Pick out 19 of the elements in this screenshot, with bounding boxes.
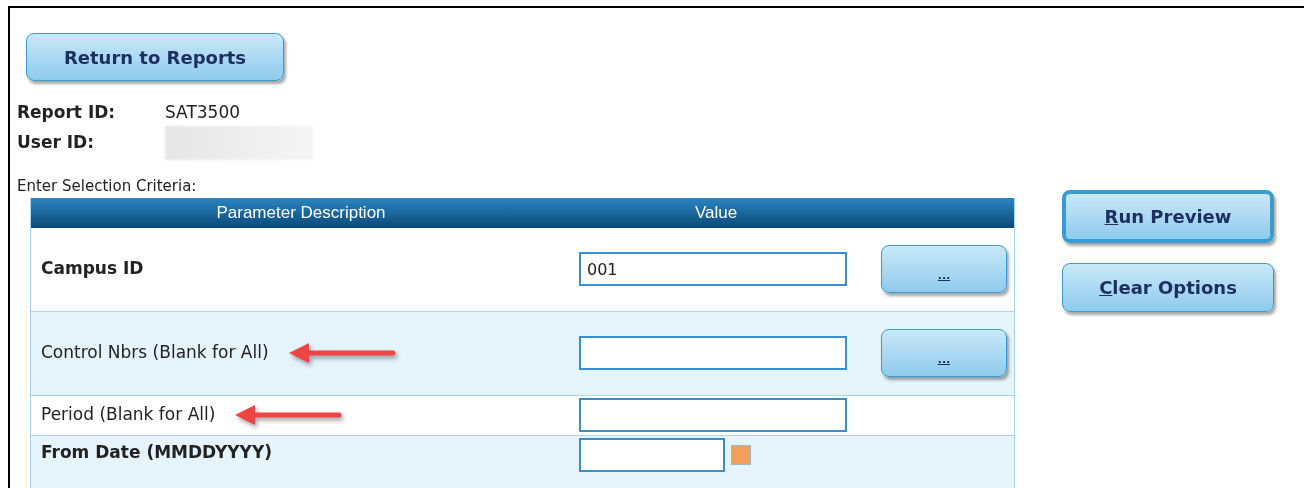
lookup-button[interactable]: ... [881,329,1007,377]
info-label: User ID: [17,131,95,155]
parameter-label: Control Nbrs (Blank for All) [41,341,269,365]
column-header: Parameter Description [215,201,387,224]
action-button[interactable]: Clear Options [1062,263,1274,312]
column-header: Value [693,201,739,224]
parameter-label: Campus ID [41,257,144,281]
info-value: SAT3500 [165,101,241,125]
parameter-label: From Date (MMDDYYYY) [41,440,272,464]
value-field[interactable] [579,336,847,370]
action-button[interactable]: Run Preview [1062,190,1274,243]
value-field[interactable] [579,398,847,432]
parameter-label: Period (Blank for All) [41,403,216,427]
info-label: Report ID: [17,101,117,125]
criteria-title: Enter Selection Criteria: [17,176,198,197]
return-to-reports-button[interactable]: Return to Reports [26,33,284,81]
lookup-button[interactable]: ... [881,245,1007,293]
value-field[interactable] [579,437,725,472]
value-field[interactable]: 001 [579,252,847,286]
